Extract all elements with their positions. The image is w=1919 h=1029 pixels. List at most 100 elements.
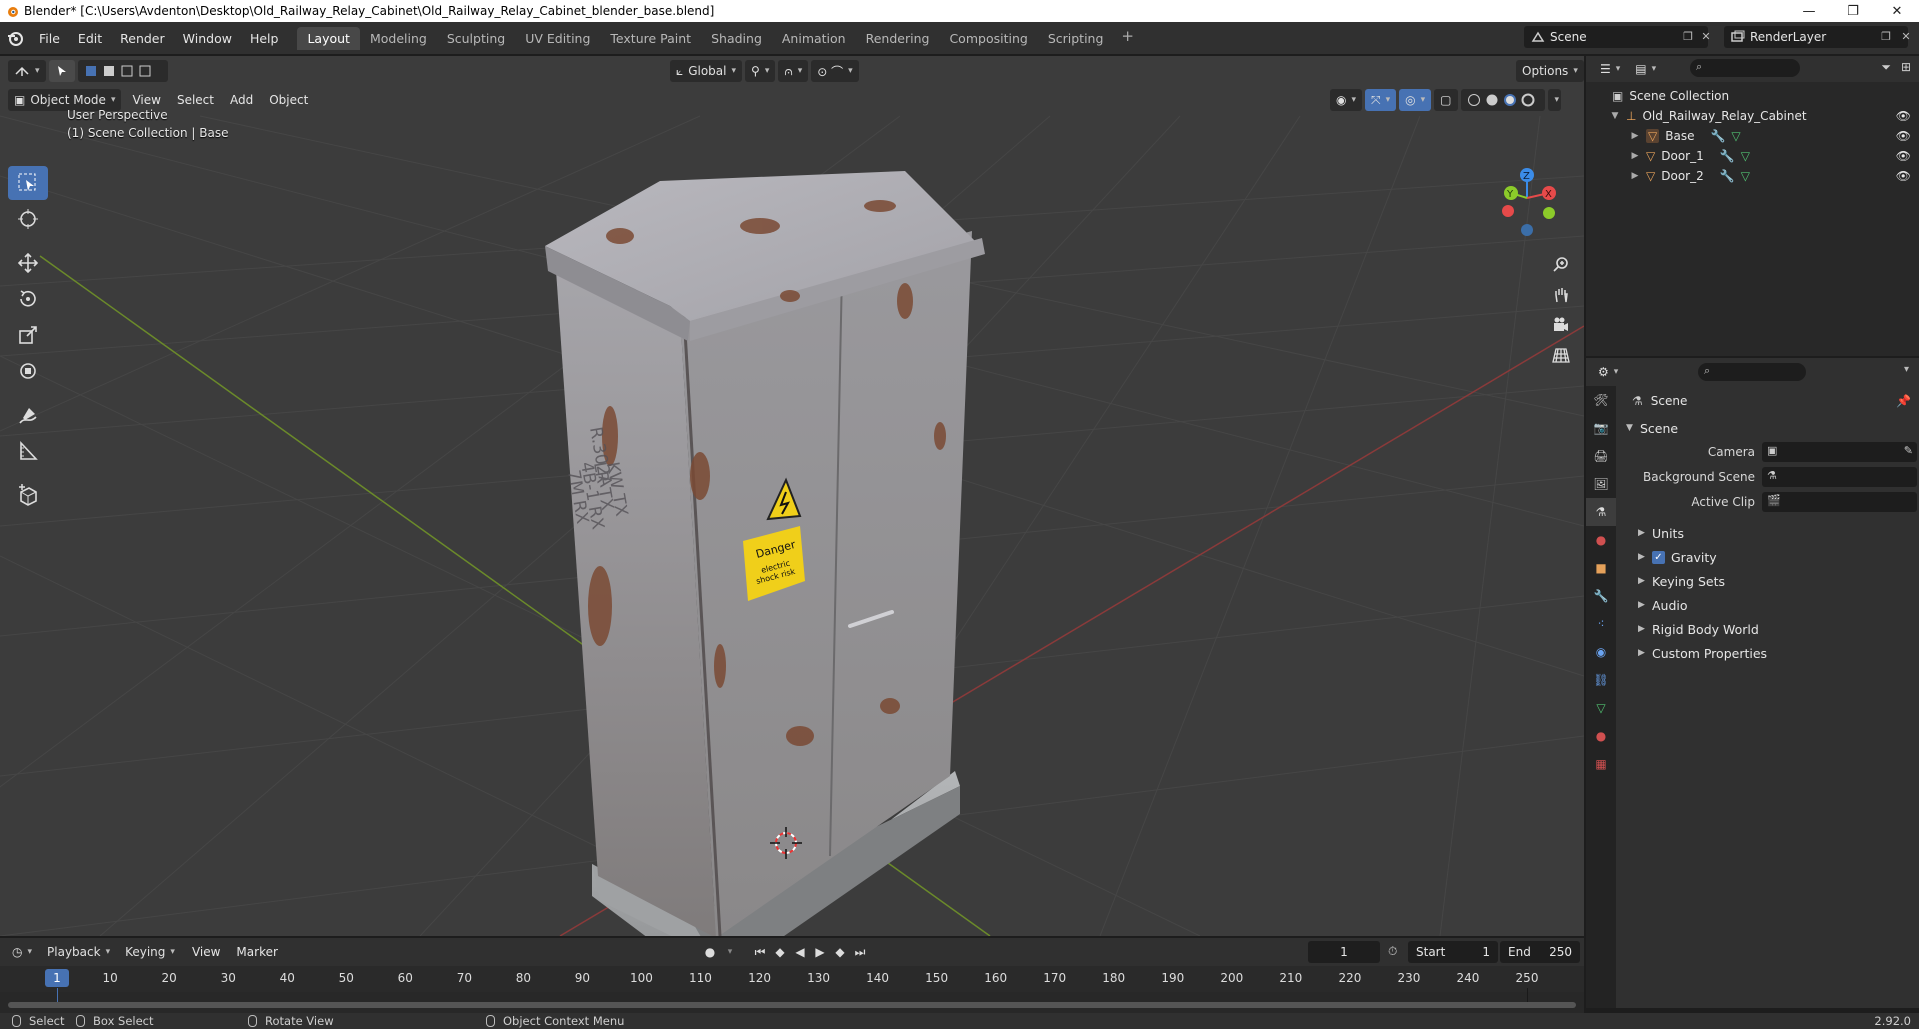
eye-icon[interactable]: 👁 [1896, 149, 1911, 163]
end-frame-input[interactable]: End 250 [1500, 941, 1580, 963]
tool-transform[interactable] [8, 354, 48, 388]
expand-arrow-icon[interactable]: ▶ [1628, 131, 1642, 141]
new-scene-button[interactable]: ❐ [1678, 27, 1698, 47]
menu-render[interactable]: Render [111, 31, 174, 46]
units-section[interactable]: ▶ Units [1618, 521, 1919, 545]
camera-input[interactable]: ▣ ✎ [1762, 442, 1917, 462]
current-frame-input[interactable]: 1 [1308, 941, 1380, 963]
menu-select[interactable]: Select [169, 93, 222, 107]
tab-sculpting[interactable]: Sculpting [437, 27, 515, 50]
selection-mode-buttons[interactable] [77, 60, 168, 82]
menu-edit[interactable]: Edit [69, 31, 111, 46]
outliner-search-input[interactable]: ⌕ [1690, 59, 1800, 77]
outliner-scene-collection[interactable]: ▣ Scene Collection [1586, 86, 1919, 106]
chevron-down-icon[interactable]: ▾ [1904, 364, 1909, 375]
tab-physics[interactable]: ◉ [1586, 638, 1616, 666]
tab-animation[interactable]: Animation [772, 27, 856, 50]
menu-view[interactable]: View [124, 93, 168, 107]
gizmo-toggle[interactable]: ⤧ [1365, 89, 1397, 111]
tab-constraints[interactable]: ⛓ [1586, 666, 1616, 694]
tool-move[interactable] [8, 246, 48, 280]
shading-options-dropdown[interactable] [1547, 89, 1562, 111]
overlay-toggle[interactable]: ◎ [1399, 89, 1432, 111]
tab-layout[interactable]: Layout [297, 26, 360, 50]
add-workspace-button[interactable]: + [1113, 27, 1142, 50]
active-clip-input[interactable]: 🎬 [1762, 492, 1917, 512]
shading-mode-buttons[interactable] [1460, 89, 1545, 111]
tab-view-layer[interactable]: 🖼 [1586, 470, 1616, 498]
display-mode-dropdown[interactable]: ▤ [1629, 58, 1662, 80]
tab-shading[interactable]: Shading [701, 27, 772, 50]
expand-arrow-icon[interactable]: ▶ [1628, 151, 1642, 161]
transform-orientation-dropdown[interactable]: ⟀ Global [670, 60, 743, 82]
tool-add-cube[interactable] [8, 478, 48, 512]
tool-select-box[interactable] [8, 166, 48, 200]
play-reverse-icon[interactable]: ◀ [790, 942, 810, 962]
gravity-checkbox[interactable]: ✓ [1652, 550, 1665, 564]
select-tool-button[interactable] [48, 60, 75, 82]
delete-scene-button[interactable]: ✕ [1696, 27, 1716, 47]
tool-scale[interactable] [8, 318, 48, 352]
eyedropper-icon[interactable]: ✎ [1904, 444, 1913, 457]
menu-add[interactable]: Add [222, 93, 261, 107]
tab-render[interactable]: 📷 [1586, 414, 1616, 442]
tab-texture-paint[interactable]: Texture Paint [600, 27, 701, 50]
new-view-layer-button[interactable]: ❐ [1876, 27, 1896, 47]
delete-view-layer-button[interactable]: ✕ [1896, 27, 1916, 47]
play-icon[interactable]: ▶ [810, 942, 830, 962]
tool-measure[interactable] [8, 434, 48, 468]
tab-scene[interactable]: ⚗ [1586, 498, 1616, 526]
marker-menu[interactable]: Marker [228, 945, 285, 959]
tab-uv-editing[interactable]: UV Editing [515, 27, 600, 50]
pan-button[interactable] [1548, 282, 1574, 308]
jump-end-icon[interactable]: ⏭ [850, 942, 870, 962]
tab-world[interactable]: ● [1586, 526, 1616, 554]
scene-panel-header[interactable]: ▼ Scene [1618, 416, 1919, 440]
tab-material[interactable]: ● [1586, 722, 1616, 750]
tab-texture[interactable]: ▦ [1586, 750, 1616, 778]
restore-button[interactable]: ❐ [1831, 4, 1875, 19]
tab-modifiers[interactable]: 🔧 [1586, 582, 1616, 610]
tab-rendering[interactable]: Rendering [856, 27, 940, 50]
new-collection-icon[interactable]: ⊞ [1901, 60, 1911, 74]
perspective-toggle-button[interactable] [1548, 342, 1574, 368]
tab-compositing[interactable]: Compositing [939, 27, 1037, 50]
visibility-dropdown[interactable]: ◉ [1330, 89, 1363, 111]
keying-sets-section[interactable]: ▶ Keying Sets [1618, 569, 1919, 593]
keying-menu[interactable]: Keying [119, 941, 181, 963]
start-frame-input[interactable]: Start 1 [1408, 941, 1498, 963]
pin-icon[interactable]: 📌 [1896, 394, 1911, 408]
jump-keyframe-back-icon[interactable]: ◆ [770, 942, 790, 962]
tab-object[interactable]: ■ [1586, 554, 1616, 582]
tool-rotate[interactable] [8, 282, 48, 316]
outliner-object-door-1[interactable]: ▶ ▽ Door_1 🔧 ▽ 👁 [1586, 146, 1919, 166]
tab-data[interactable]: ▽ [1586, 694, 1616, 722]
tab-particles[interactable]: ⁖ [1586, 610, 1616, 638]
blender-menu-icon[interactable] [0, 30, 30, 46]
audio-section[interactable]: ▶ Audio [1618, 593, 1919, 617]
tab-scripting[interactable]: Scripting [1038, 27, 1114, 50]
view-menu[interactable]: View [184, 945, 228, 959]
playback-menu[interactable]: Playback [41, 941, 116, 963]
background-scene-input[interactable]: ⚗ [1762, 467, 1917, 487]
timeline-ruler[interactable]: 1 10 20 30 40 50 60 70 80 90 100 110 120 130 140 150 160… [0, 966, 1584, 992]
record-button[interactable]: ● [700, 942, 720, 962]
close-button[interactable]: ✕ [1875, 4, 1919, 19]
tab-tool[interactable]: 🛠 [1586, 386, 1616, 414]
outliner-object-door-2[interactable]: ▶ ▽ Door_2 🔧 ▽ 👁 [1586, 166, 1919, 186]
expand-arrow-icon[interactable]: ▶ [1628, 171, 1642, 181]
outliner-collection-row[interactable]: ▼ ⊥ Old_Railway_Relay_Cabinet 👁 [1586, 106, 1919, 126]
chevron-down-icon[interactable]: ▾ [720, 942, 740, 962]
outliner-object-base[interactable]: ▶ ▽ Base 🔧 ▽ 👁 [1586, 126, 1919, 146]
tab-modeling[interactable]: Modeling [360, 27, 437, 50]
properties-editor-type[interactable]: ⚙ [1592, 361, 1624, 383]
jump-start-icon[interactable]: ⏮ [750, 942, 770, 962]
timeline-scrollbar[interactable] [8, 1002, 1576, 1008]
tool-annotate[interactable] [8, 398, 48, 432]
minimize-button[interactable]: — [1787, 4, 1831, 19]
menu-file[interactable]: File [30, 31, 69, 46]
expand-arrow-icon[interactable]: ▼ [1608, 111, 1622, 121]
3d-viewport[interactable]: Danger electric shock risk R.302A KW TX … [0, 56, 1584, 936]
eye-icon[interactable]: 👁 [1896, 169, 1911, 183]
stopwatch-icon[interactable]: ⏱ [1388, 944, 1397, 959]
